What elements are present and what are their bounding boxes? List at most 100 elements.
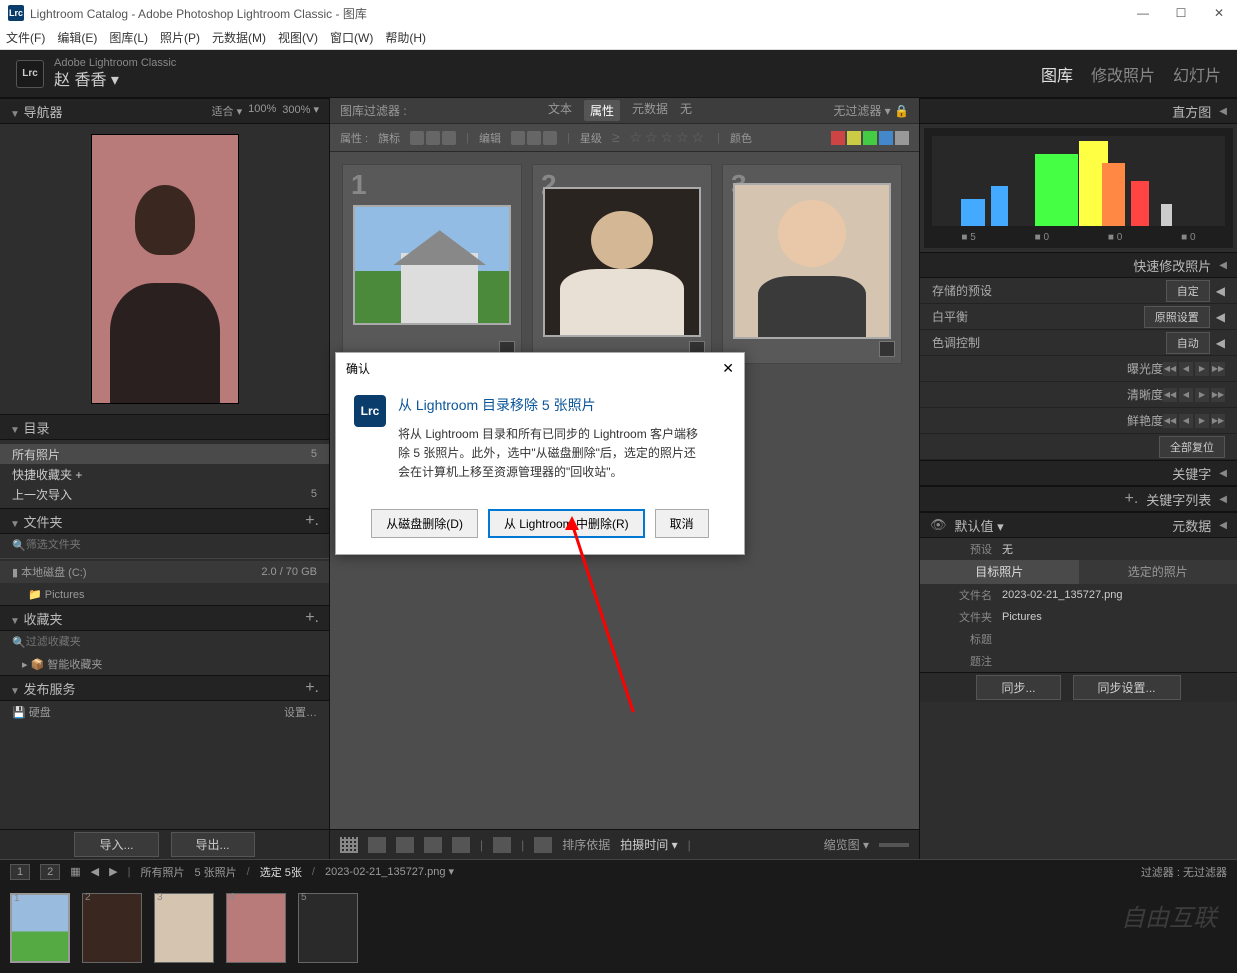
loupe-view-icon[interactable]: [368, 837, 386, 853]
module-develop[interactable]: 修改照片: [1091, 62, 1155, 86]
folders-add-icon[interactable]: +.: [305, 512, 319, 530]
publish-add-icon[interactable]: +.: [305, 679, 319, 697]
menu-file[interactable]: 文件(F): [6, 29, 45, 46]
collections-add-icon[interactable]: +.: [305, 609, 319, 627]
sort-dropdown[interactable]: 拍摄时间 ▾: [620, 836, 677, 853]
menu-metadata[interactable]: 元数据(M): [212, 29, 266, 46]
fs-filter-value[interactable]: 无过滤器: [1183, 867, 1227, 879]
grid-icon[interactable]: ▦: [70, 865, 80, 878]
tab-selected-photos[interactable]: 选定的照片: [1079, 560, 1237, 584]
compare-view-icon[interactable]: [396, 837, 414, 853]
edit-filter-icons[interactable]: [511, 131, 557, 145]
folders-title[interactable]: 文件夹: [24, 515, 63, 530]
keywordlist-title[interactable]: 关键字列表: [1146, 490, 1211, 509]
nav-fwd-icon[interactable]: ▶: [109, 865, 117, 878]
sync-settings-button[interactable]: 同步设置...: [1073, 675, 1181, 700]
nav-300[interactable]: 300% ▾: [282, 103, 319, 119]
filmstrip-thumb-4[interactable]: 4: [226, 893, 286, 963]
thumbnail-size-slider[interactable]: [879, 843, 909, 847]
filter-metadata[interactable]: 元数据: [632, 100, 668, 121]
close-button[interactable]: ✕: [1209, 6, 1229, 20]
import-button[interactable]: 导入...: [74, 832, 158, 857]
collections-title[interactable]: 收藏夹: [24, 612, 63, 627]
lock-icon[interactable]: 🔒: [894, 104, 909, 118]
menu-help[interactable]: 帮助(H): [385, 29, 426, 46]
histogram-title[interactable]: 直方图: [1172, 102, 1211, 121]
star-filter[interactable]: ≥ ☆☆☆☆☆: [612, 129, 707, 146]
metadata-mode[interactable]: 默认值 ▾: [955, 516, 1004, 535]
publish-title[interactable]: 发布服务: [24, 682, 76, 697]
meta-filename[interactable]: 2023-02-21_135727.png: [1002, 589, 1225, 601]
people-view-icon[interactable]: [452, 837, 470, 853]
catalog-title[interactable]: 目录: [24, 421, 50, 436]
reset-all-button[interactable]: 全部复位: [1159, 436, 1225, 458]
filter-attribute[interactable]: 属性: [584, 100, 620, 121]
catalog-previous-import[interactable]: 上一次导入 5: [0, 484, 329, 504]
painter-icon[interactable]: [493, 837, 511, 853]
thumbnail-size-label[interactable]: 缩览图 ▾: [824, 836, 869, 853]
filmstrip[interactable]: 1 2 3 4 5: [0, 883, 1237, 973]
auto-tone-button[interactable]: 自动: [1166, 332, 1210, 354]
grid-cell-1[interactable]: 1: [342, 164, 522, 364]
filmstrip-thumb-5[interactable]: 5: [298, 893, 358, 963]
publish-harddrive[interactable]: 💾 硬盘 设置…: [0, 701, 329, 723]
nav-fit[interactable]: 适合 ▾: [212, 103, 243, 119]
keywords-title[interactable]: 关键字: [1172, 464, 1211, 483]
menu-view[interactable]: 视图(V): [278, 29, 318, 46]
filmstrip-thumb-3[interactable]: 3: [154, 893, 214, 963]
filmstrip-thumb-1[interactable]: 1: [10, 893, 70, 963]
menu-photo[interactable]: 照片(P): [160, 29, 200, 46]
collection-filter-input[interactable]: [26, 636, 317, 648]
monitor-2[interactable]: 2: [40, 864, 60, 880]
grid-cell-3[interactable]: 3: [722, 164, 902, 364]
folder-pictures[interactable]: 📁 Pictures: [0, 583, 329, 605]
color-filter[interactable]: [831, 131, 909, 145]
survey-view-icon[interactable]: [424, 837, 442, 853]
fs-filename[interactable]: 2023-02-21_135727.png ▾: [325, 865, 454, 878]
minimize-button[interactable]: —: [1133, 6, 1153, 20]
menu-edit[interactable]: 编辑(E): [57, 29, 97, 46]
monitor-1[interactable]: 1: [10, 864, 30, 880]
fs-path[interactable]: 所有照片: [140, 864, 184, 880]
meta-folder[interactable]: Pictures: [1002, 611, 1225, 623]
folder-drive[interactable]: ▮ 本地磁盘 (C:) 2.0 / 70 GB: [0, 561, 329, 583]
sync-button[interactable]: 同步...: [976, 675, 1060, 700]
navigator-title[interactable]: 导航器: [24, 105, 63, 120]
catalog-all-photos[interactable]: 所有照片 5: [0, 444, 329, 464]
export-button[interactable]: 导出...: [171, 832, 255, 857]
catalog-quick-collection[interactable]: 快捷收藏夹 +: [0, 464, 329, 484]
exposure-dec[interactable]: ◀: [1179, 362, 1193, 376]
metadata-title[interactable]: 元数据: [1172, 516, 1211, 535]
navigator-preview[interactable]: [91, 134, 239, 404]
grid-cell-2[interactable]: 2: [532, 164, 712, 364]
nav-100[interactable]: 100%: [248, 103, 276, 119]
maximize-button[interactable]: ☐: [1171, 6, 1191, 20]
grid-view-icon[interactable]: [340, 837, 358, 853]
filter-preset[interactable]: 无过滤器 ▾: [833, 104, 890, 118]
quick-develop-title[interactable]: 快速修改照片: [1133, 256, 1211, 275]
menu-window[interactable]: 窗口(W): [330, 29, 373, 46]
keyword-add-icon[interactable]: +.: [1124, 490, 1138, 508]
dialog-close-button[interactable]: ✕: [722, 360, 734, 377]
histogram-graph[interactable]: [932, 136, 1225, 226]
exposure-dec2[interactable]: ◀◀: [1163, 362, 1177, 376]
filter-text[interactable]: 文本: [548, 100, 572, 121]
menu-library[interactable]: 图库(L): [109, 29, 148, 46]
tab-target-photo[interactable]: 目标照片: [920, 560, 1079, 584]
exposure-inc[interactable]: ▶: [1195, 362, 1209, 376]
remove-from-lightroom-button[interactable]: 从 Lightroom 中删除(R): [488, 509, 645, 538]
delete-from-disk-button[interactable]: 从磁盘删除(D): [371, 509, 478, 538]
cancel-button[interactable]: 取消: [655, 509, 709, 538]
module-slideshow[interactable]: 幻灯片: [1173, 62, 1221, 86]
identity-plate[interactable]: 赵 香香 ▾: [54, 71, 176, 90]
wb-dropdown[interactable]: 原照设置: [1144, 306, 1210, 328]
nav-back-icon[interactable]: ◀: [91, 865, 99, 878]
folder-filter-input[interactable]: [26, 539, 317, 551]
filmstrip-thumb-2[interactable]: 2: [82, 893, 142, 963]
module-library[interactable]: 图库: [1041, 62, 1073, 86]
preset-value[interactable]: 无: [1002, 541, 1225, 557]
exposure-inc2[interactable]: ▶▶: [1211, 362, 1225, 376]
smart-collections[interactable]: ▸ 📦 智能收藏夹: [0, 653, 329, 675]
filter-none[interactable]: 无: [680, 100, 692, 121]
flag-filter-icons[interactable]: [410, 131, 456, 145]
